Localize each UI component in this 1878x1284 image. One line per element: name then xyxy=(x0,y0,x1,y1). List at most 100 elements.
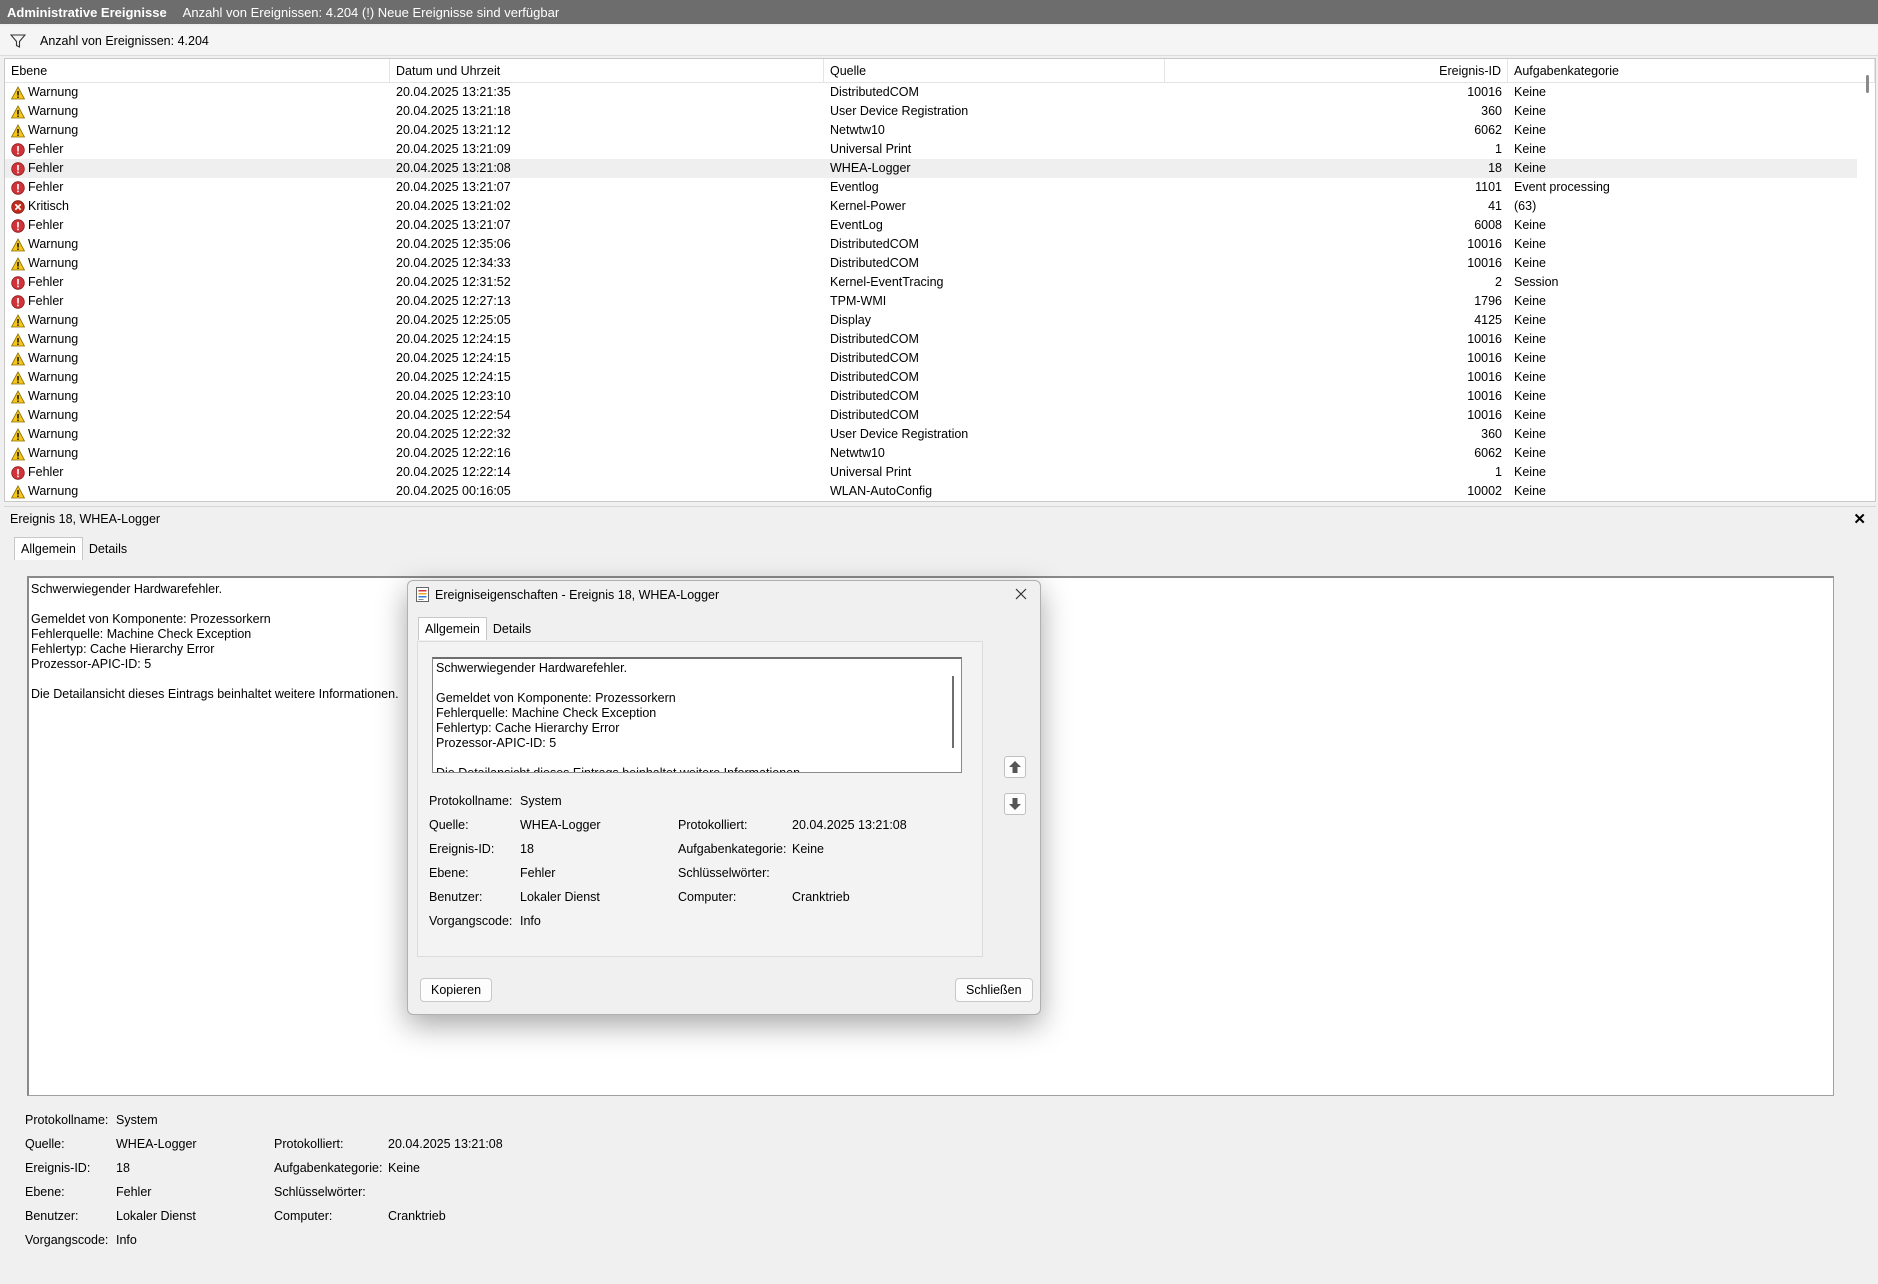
table-row[interactable]: Warnung 20.04.2025 13:21:12 Netwtw10 6062 Ke… xyxy=(5,121,1857,140)
arrow-down-icon xyxy=(1009,798,1021,810)
dialog-computer-value: Cranktrieb xyxy=(792,890,850,904)
cell-level-text: Warnung xyxy=(28,123,79,137)
cell-level-text: Warnung xyxy=(28,370,79,384)
cell-source: EventLog xyxy=(830,218,883,232)
table-row[interactable]: Fehler 20.04.2025 13:21:07 EventLog 6008 Kei… xyxy=(5,216,1857,235)
copy-button[interactable]: Kopieren xyxy=(420,978,493,1002)
table-row[interactable]: Warnung 20.04.2025 12:22:16 Netwtw10 6062 Ke… xyxy=(5,444,1857,463)
cell-source: DistributedCOM xyxy=(830,370,919,384)
cell-level-text: Fehler xyxy=(28,142,64,156)
cell-event-id: 41 xyxy=(1488,199,1502,213)
logged-value: 20.04.2025 13:21:08 xyxy=(388,1137,503,1151)
cell-level: Warnung xyxy=(5,444,390,463)
event-message: Schwerwiegender Hardwarefehler. Gemeldet… xyxy=(31,582,399,701)
next-event-button[interactable] xyxy=(1004,793,1026,815)
close-detail-icon[interactable]: ✕ xyxy=(1853,510,1866,528)
cell-task-category: Keine xyxy=(1514,142,1546,156)
table-row[interactable]: Warnung 20.04.2025 12:24:15 DistributedCOM… xyxy=(5,368,1857,387)
cell-date: 20.04.2025 13:21:08 xyxy=(396,161,511,175)
app-title: Administrative Ereignisse xyxy=(7,4,167,20)
error-icon xyxy=(11,465,25,480)
cell-source: Universal Print xyxy=(830,465,912,479)
table-row[interactable]: Warnung 20.04.2025 13:21:35 DistributedCOM… xyxy=(5,83,1857,102)
cell-task-category: (63) xyxy=(1514,199,1537,213)
cell-level: Fehler xyxy=(5,292,390,311)
warning-icon xyxy=(11,104,25,118)
source-value: WHEA-Logger xyxy=(116,1137,197,1151)
cell-date: 20.04.2025 12:22:16 xyxy=(396,446,511,460)
dialog-level-value: Fehler xyxy=(520,866,556,880)
table-row[interactable]: Warnung 20.04.2025 12:24:15 DistributedCOM… xyxy=(5,349,1857,368)
cell-date: 20.04.2025 00:16:05 xyxy=(396,484,511,498)
cell-task-category: Keine xyxy=(1514,351,1546,365)
table-row[interactable]: Warnung 20.04.2025 13:21:18 User Device Re… xyxy=(5,102,1857,121)
tab-general[interactable]: Allgemein xyxy=(14,537,83,560)
cell-level: Kritisch xyxy=(5,197,390,216)
user-label: Benutzer: xyxy=(25,1209,79,1223)
table-row[interactable]: Warnung 20.04.2025 12:35:06 DistributedCOM… xyxy=(5,235,1857,254)
tab-details[interactable]: Details xyxy=(83,538,133,560)
grid-scrollbar[interactable] xyxy=(1866,75,1869,93)
cell-date: 20.04.2025 13:21:07 xyxy=(396,180,511,194)
opcode-label: Vorgangscode: xyxy=(25,1233,109,1247)
dialog-source-value: WHEA-Logger xyxy=(520,818,601,832)
detail-tabs: Allgemein Details xyxy=(14,537,133,560)
cell-event-id: 10016 xyxy=(1467,351,1502,365)
cell-task-category: Keine xyxy=(1514,370,1546,384)
table-row[interactable]: Kritisch 20.04.2025 13:21:02 Kernel-Power 4… xyxy=(5,197,1857,216)
table-row[interactable]: Warnung 20.04.2025 12:22:32 User Device Re… xyxy=(5,425,1857,444)
dialog-keywords-label: Schlüsselwörter: xyxy=(678,866,770,880)
cell-level-text: Fehler xyxy=(28,218,64,232)
cell-task-category: Keine xyxy=(1514,256,1546,270)
cell-source: Display xyxy=(830,313,871,327)
table-row[interactable]: Warnung 20.04.2025 12:22:54 DistributedCOM… xyxy=(5,406,1857,425)
cell-date: 20.04.2025 12:24:15 xyxy=(396,332,511,346)
table-row[interactable]: Warnung 20.04.2025 00:16:05 WLAN-AutoConfi… xyxy=(5,482,1857,501)
cell-source: Netwtw10 xyxy=(830,446,885,460)
close-button[interactable]: Schließen xyxy=(955,978,1033,1002)
cell-level-text: Warnung xyxy=(28,389,79,403)
table-row[interactable]: Warnung 20.04.2025 12:34:33 DistributedCOM… xyxy=(5,254,1857,273)
dialog-log-name-value: System xyxy=(520,794,562,808)
table-row[interactable]: Warnung 20.04.2025 12:23:10 DistributedCOM… xyxy=(5,387,1857,406)
cell-date: 20.04.2025 12:27:13 xyxy=(396,294,511,308)
cell-date: 20.04.2025 13:21:07 xyxy=(396,218,511,232)
table-row[interactable]: Fehler 20.04.2025 12:31:52 Kernel-EventTra… xyxy=(5,273,1857,292)
cell-level-text: Warnung xyxy=(28,484,79,498)
table-row[interactable]: Fehler 20.04.2025 12:22:14 Universal Print… xyxy=(5,463,1857,482)
table-row[interactable]: Fehler 20.04.2025 13:21:08 WHEA-Logger 18 Ke… xyxy=(5,159,1857,178)
cell-event-id: 10016 xyxy=(1467,256,1502,270)
dialog-tab-general[interactable]: Allgemein xyxy=(418,617,487,640)
cell-level: Warnung xyxy=(5,330,390,349)
error-icon xyxy=(11,275,25,290)
cell-task-category: Keine xyxy=(1514,427,1546,441)
cell-level-text: Fehler xyxy=(28,161,64,175)
cell-task-category: Keine xyxy=(1514,408,1546,422)
dialog-close-icon[interactable] xyxy=(1010,584,1032,604)
arrow-up-icon xyxy=(1009,761,1021,773)
column-header-level[interactable]: Ebene xyxy=(5,59,390,83)
table-row[interactable]: Warnung 20.04.2025 12:25:05 Display 4125 Kei… xyxy=(5,311,1857,330)
cell-event-id: 10016 xyxy=(1467,332,1502,346)
column-header-date[interactable]: Datum und Uhrzeit xyxy=(390,59,824,83)
table-row[interactable]: Fehler 20.04.2025 13:21:07 Eventlog 1101 Eve… xyxy=(5,178,1857,197)
cell-event-id: 4125 xyxy=(1474,313,1502,327)
event-grid: Ebene Datum und Uhrzeit Quelle Ereignis-… xyxy=(4,58,1876,502)
cell-event-id: 10016 xyxy=(1467,408,1502,422)
filter-icon[interactable] xyxy=(10,33,26,49)
dialog-tab-details[interactable]: Details xyxy=(487,618,537,640)
column-header-task-category[interactable]: Aufgabenkategorie xyxy=(1508,59,1875,83)
cell-level: Warnung xyxy=(5,102,390,121)
cell-source: WHEA-Logger xyxy=(830,161,911,175)
dialog-task-category-value: Keine xyxy=(792,842,824,856)
column-header-source[interactable]: Quelle xyxy=(824,59,1165,83)
warning-icon xyxy=(11,85,25,99)
column-header-event-id[interactable]: Ereignis-ID xyxy=(1165,59,1508,83)
warning-icon xyxy=(11,256,25,270)
dialog-event-message: Schwerwiegender Hardwarefehler. Gemeldet… xyxy=(436,661,804,773)
table-row[interactable]: Fehler 20.04.2025 12:27:13 TPM-WMI 1796 Kein… xyxy=(5,292,1857,311)
dialog-message-scrollbar[interactable] xyxy=(952,676,954,748)
table-row[interactable]: Fehler 20.04.2025 13:21:09 Universal Print… xyxy=(5,140,1857,159)
previous-event-button[interactable] xyxy=(1004,756,1026,778)
table-row[interactable]: Warnung 20.04.2025 12:24:15 DistributedCOM… xyxy=(5,330,1857,349)
